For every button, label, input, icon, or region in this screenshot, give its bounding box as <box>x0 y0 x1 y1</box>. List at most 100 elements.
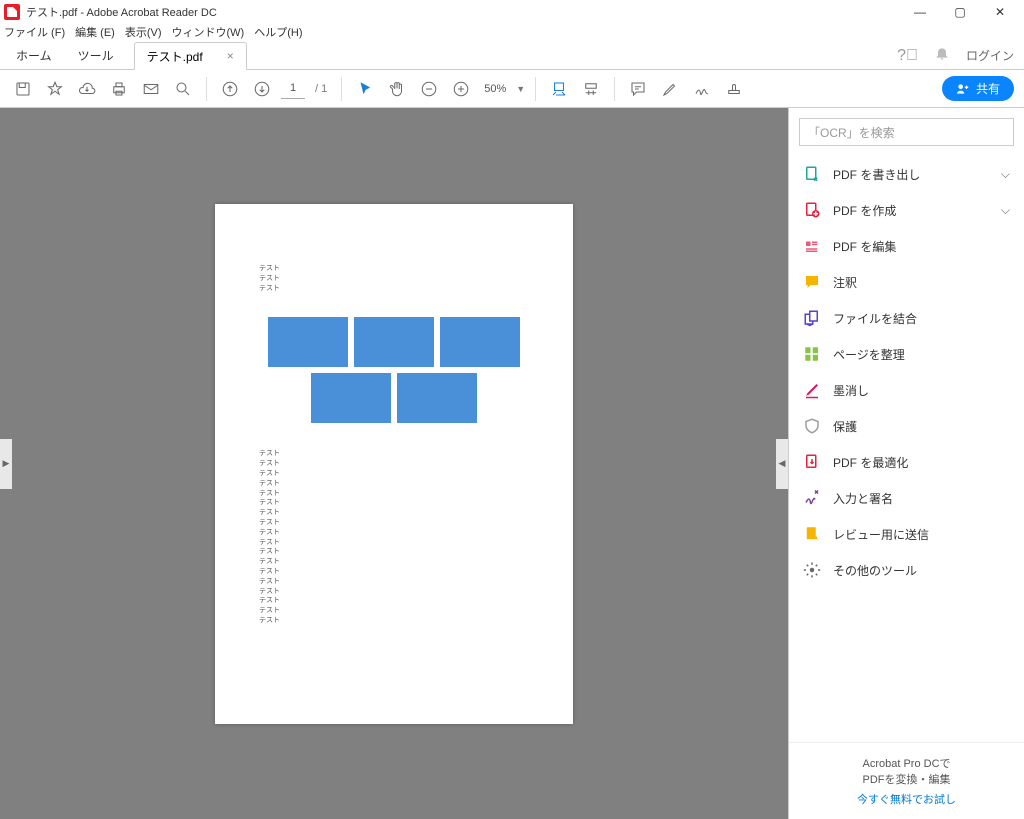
menu-window[interactable]: ウィンドウ(W) <box>172 24 245 42</box>
tool-icon <box>803 453 821 471</box>
doc-text-line: テスト <box>259 264 529 274</box>
doc-text-line: テスト <box>259 274 529 284</box>
doc-text-line: テスト <box>259 577 529 587</box>
login-button[interactable]: ログイン <box>966 47 1014 64</box>
zoom-in-icon[interactable] <box>448 76 474 102</box>
doc-text-line: テスト <box>259 606 529 616</box>
chevron-down-icon: ⌵ <box>1001 203 1010 218</box>
panel-expand-left[interactable]: ▶ <box>0 439 12 489</box>
tab-file[interactable]: テスト.pdf × <box>134 42 247 70</box>
print-icon[interactable] <box>106 76 132 102</box>
pdf-page: テストテストテスト テストテストテストテストテストテストテストテストテストテスト… <box>215 204 573 724</box>
doc-text-line: テスト <box>259 489 529 499</box>
menu-file[interactable]: ファイル (F) <box>4 24 65 42</box>
doc-text-line: テスト <box>259 587 529 597</box>
tab-tools[interactable]: ツール <box>72 43 120 68</box>
toolbar: / 1 50% ▼ 共有 <box>0 70 1024 108</box>
cloud-icon[interactable] <box>74 76 100 102</box>
search-icon[interactable] <box>170 76 196 102</box>
doc-text-line: テスト <box>259 567 529 577</box>
separator <box>206 77 207 101</box>
help-icon[interactable]: ?⃝ <box>897 47 918 65</box>
tool-item-5[interactable]: ページを整理 <box>789 336 1024 372</box>
separator <box>614 77 615 101</box>
tool-label: PDF を作成 <box>833 202 896 219</box>
fit-page-icon[interactable] <box>578 76 604 102</box>
tool-item-2[interactable]: PDF を編集 <box>789 228 1024 264</box>
doc-text-line: テスト <box>259 479 529 489</box>
doc-text-line: テスト <box>259 528 529 538</box>
title-bar: テスト.pdf - Adobe Acrobat Reader DC — ▢ ✕ <box>0 0 1024 24</box>
tool-label: レビュー用に送信 <box>833 526 929 543</box>
maximize-button[interactable]: ▢ <box>940 0 980 24</box>
doc-text-line: テスト <box>259 449 529 459</box>
tool-label: 墨消し <box>833 382 869 399</box>
menu-edit[interactable]: 編集 (E) <box>75 24 115 42</box>
tool-icon <box>803 309 821 327</box>
star-icon[interactable] <box>42 76 68 102</box>
tool-icon <box>803 273 821 291</box>
tool-item-8[interactable]: PDF を最適化 <box>789 444 1024 480</box>
tool-label: ページを整理 <box>833 346 905 363</box>
fit-width-icon[interactable] <box>546 76 572 102</box>
promo-box: Acrobat Pro DCで PDFを変換・編集 今すぐ無料でお試し <box>789 742 1024 819</box>
comment-icon[interactable] <box>625 76 651 102</box>
tool-item-6[interactable]: 墨消し <box>789 372 1024 408</box>
zoom-select[interactable]: 50% <box>480 83 510 95</box>
tool-label: ファイルを結合 <box>833 310 917 327</box>
app-icon <box>4 4 20 20</box>
bell-icon[interactable] <box>934 45 950 66</box>
panel-expand-right[interactable]: ◀ <box>776 439 788 489</box>
doc-text-line: テスト <box>259 538 529 548</box>
doc-text-line: テスト <box>259 284 529 294</box>
close-button[interactable]: ✕ <box>980 0 1020 24</box>
sign-icon[interactable] <box>689 76 715 102</box>
separator <box>341 77 342 101</box>
tool-icon <box>803 201 821 219</box>
stamp-icon[interactable] <box>721 76 747 102</box>
tool-icon <box>803 165 821 183</box>
menu-view[interactable]: 表示(V) <box>125 24 162 42</box>
tool-item-1[interactable]: PDF を作成 ⌵ <box>789 192 1024 228</box>
tool-item-9[interactable]: 入力と署名 <box>789 480 1024 516</box>
tool-item-7[interactable]: 保護 <box>789 408 1024 444</box>
highlight-icon[interactable] <box>657 76 683 102</box>
promo-link[interactable]: 今すぐ無料でお試し <box>801 791 1012 807</box>
next-page-icon[interactable] <box>249 76 275 102</box>
chevron-down-icon: ⌵ <box>1001 167 1010 182</box>
doc-text-line: テスト <box>259 459 529 469</box>
separator <box>535 77 536 101</box>
minimize-button[interactable]: — <box>900 0 940 24</box>
cursor-icon[interactable] <box>352 76 378 102</box>
page-number-input[interactable] <box>281 79 305 99</box>
document-viewport[interactable]: ▶ ◀ テストテストテスト テストテストテストテストテストテストテストテストテス… <box>0 108 788 819</box>
tool-item-11[interactable]: その他のツール <box>789 552 1024 588</box>
tool-label: 入力と署名 <box>833 490 893 507</box>
tools-panel: 「OCR」を検索 PDF を書き出し⌵ PDF を作成 ⌵ PDF を編集注釈ファイル… <box>788 108 1024 819</box>
promo-line2: PDFを変換・編集 <box>801 771 1012 787</box>
hand-icon[interactable] <box>384 76 410 102</box>
tool-item-4[interactable]: ファイルを結合 <box>789 300 1024 336</box>
tool-label: 保護 <box>833 418 857 435</box>
prev-page-icon[interactable] <box>217 76 243 102</box>
tool-icon <box>803 417 821 435</box>
menu-help[interactable]: ヘルプ(H) <box>254 24 302 42</box>
page-total: / 1 <box>311 83 331 95</box>
tab-close-icon[interactable]: × <box>227 49 234 63</box>
search-input[interactable]: 「OCR」を検索 <box>799 118 1014 146</box>
tab-home[interactable]: ホーム <box>10 43 58 68</box>
tool-item-10[interactable]: レビュー用に送信 <box>789 516 1024 552</box>
tool-label: PDF を編集 <box>833 238 896 255</box>
doc-text-line: テスト <box>259 547 529 557</box>
tool-label: PDF を最適化 <box>833 454 908 471</box>
promo-line1: Acrobat Pro DCで <box>801 755 1012 771</box>
share-label: 共有 <box>976 80 1000 97</box>
zoom-dropdown-icon[interactable]: ▼ <box>516 84 525 94</box>
zoom-out-icon[interactable] <box>416 76 442 102</box>
mail-icon[interactable] <box>138 76 164 102</box>
save-icon[interactable] <box>10 76 36 102</box>
tool-item-0[interactable]: PDF を書き出し⌵ <box>789 156 1024 192</box>
tool-item-3[interactable]: 注釈 <box>789 264 1024 300</box>
tab-bar: ホーム ツール テスト.pdf × ?⃝ ログイン <box>0 42 1024 70</box>
share-button[interactable]: 共有 <box>942 76 1014 101</box>
